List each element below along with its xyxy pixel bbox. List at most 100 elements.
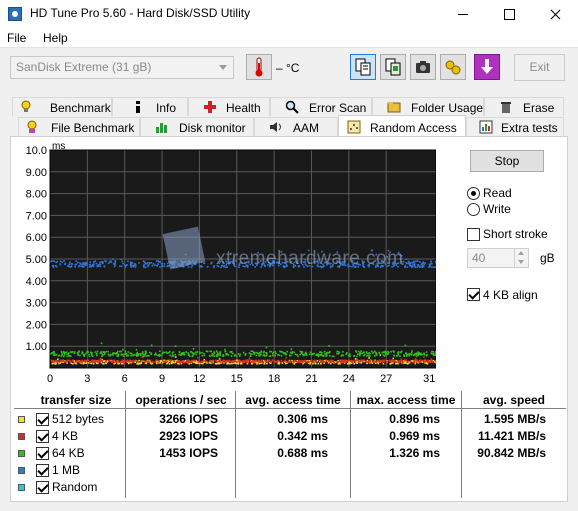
data-point (285, 362, 287, 365)
data-point (294, 359, 296, 362)
menu-file[interactable]: File (7, 31, 26, 45)
data-point (120, 265, 123, 268)
data-point (89, 261, 92, 263)
data-point (368, 361, 370, 363)
data-point (107, 350, 109, 353)
tab-disk-monitor[interactable]: Disk monitor (140, 117, 254, 136)
data-point (230, 361, 233, 363)
data-point (424, 360, 426, 363)
data-point (311, 353, 313, 355)
write-radio[interactable] (467, 203, 480, 216)
data-point (315, 360, 317, 363)
data-point (191, 355, 194, 358)
maximize-button[interactable] (486, 0, 532, 28)
tab-random-access[interactable]: Random Access (338, 115, 466, 136)
series-checkbox[interactable] (36, 464, 49, 477)
data-point (230, 355, 233, 357)
save-download-button[interactable] (474, 54, 500, 80)
read-radio[interactable] (467, 187, 480, 200)
tab-folder-usage[interactable]: Folder Usage (372, 97, 484, 116)
data-point (79, 354, 81, 357)
drive-select[interactable]: SanDisk Extreme (31 gB) (10, 56, 234, 79)
data-point (399, 355, 401, 357)
data-point (408, 354, 411, 357)
spin-up-icon[interactable] (514, 249, 528, 258)
copy-text-button[interactable] (350, 54, 376, 80)
data-point (221, 361, 224, 363)
short-stroke-spinner[interactable]: 40 (467, 248, 529, 268)
data-point (72, 363, 74, 365)
menu-help[interactable]: Help (43, 31, 68, 45)
stop-button[interactable]: Stop (470, 150, 544, 172)
data-point (402, 361, 404, 364)
series-checkbox[interactable] (36, 413, 49, 426)
data-point (125, 264, 127, 267)
data-point (201, 354, 204, 357)
short-stroke-checkbox[interactable] (467, 228, 480, 241)
close-button[interactable] (532, 0, 578, 28)
data-point (178, 351, 181, 353)
y-tick-label: 5.00 (26, 254, 47, 266)
data-point (109, 359, 111, 362)
minimize-button[interactable] (440, 0, 486, 28)
tab-label: Folder Usage (411, 101, 484, 115)
tab-info[interactable]: Info (112, 97, 188, 116)
data-point (290, 348, 293, 350)
data-point (347, 363, 349, 365)
series-checkbox[interactable] (36, 447, 49, 460)
copy-image-button[interactable] (380, 54, 406, 80)
data-point (293, 351, 295, 353)
data-point (409, 265, 411, 267)
data-point (434, 266, 436, 268)
data-point (58, 360, 60, 363)
tab-erase[interactable]: Erase (484, 97, 564, 116)
data-point (211, 354, 213, 357)
tab-benchmark[interactable]: Benchmark (12, 97, 112, 116)
data-point (136, 351, 139, 354)
align-checkbox[interactable] (467, 288, 480, 301)
series-checkbox[interactable] (36, 430, 49, 443)
data-point (77, 351, 80, 353)
data-point (323, 361, 326, 363)
data-point (109, 261, 111, 263)
data-point (272, 354, 274, 357)
window-title: HD Tune Pro 5.60 - Hard Disk/SSD Utility (30, 6, 251, 20)
screenshot-camera-button[interactable] (410, 54, 436, 80)
tab-file-benchmark[interactable]: File Benchmark (18, 117, 140, 136)
data-point (124, 266, 127, 269)
data-point (250, 350, 253, 353)
spin-down-icon[interactable] (514, 258, 528, 267)
data-point (294, 353, 297, 355)
data-point (390, 361, 392, 363)
data-point (286, 350, 289, 353)
tab-label: File Benchmark (51, 121, 135, 135)
data-point (259, 354, 262, 356)
data-point (110, 261, 113, 263)
series-checkbox[interactable] (36, 481, 49, 494)
data-point (270, 350, 273, 353)
tab-extra-tests[interactable]: Extra tests (466, 117, 564, 136)
y-tick-label: 7.00 (26, 210, 47, 222)
options-button[interactable] (440, 54, 466, 80)
tab-health[interactable]: Health (188, 97, 270, 116)
series-color-swatch (18, 467, 25, 474)
data-point (98, 265, 100, 267)
data-point (348, 354, 351, 356)
data-point (268, 359, 271, 362)
data-point (232, 352, 234, 355)
tab-error-scan[interactable]: Error Scan (270, 97, 372, 116)
data-point (307, 361, 310, 364)
data-point (160, 354, 162, 357)
data-point (420, 265, 422, 268)
data-point (197, 361, 200, 363)
exit-button[interactable]: Exit (514, 54, 565, 81)
data-point (278, 363, 280, 365)
data-point (161, 359, 164, 362)
data-point (96, 265, 99, 268)
tab-aam[interactable]: AAM (254, 117, 338, 136)
data-point (255, 354, 258, 357)
data-point (380, 359, 382, 362)
menu-bar: File Help (0, 28, 578, 48)
data-point (189, 360, 191, 363)
data-point (317, 355, 320, 358)
